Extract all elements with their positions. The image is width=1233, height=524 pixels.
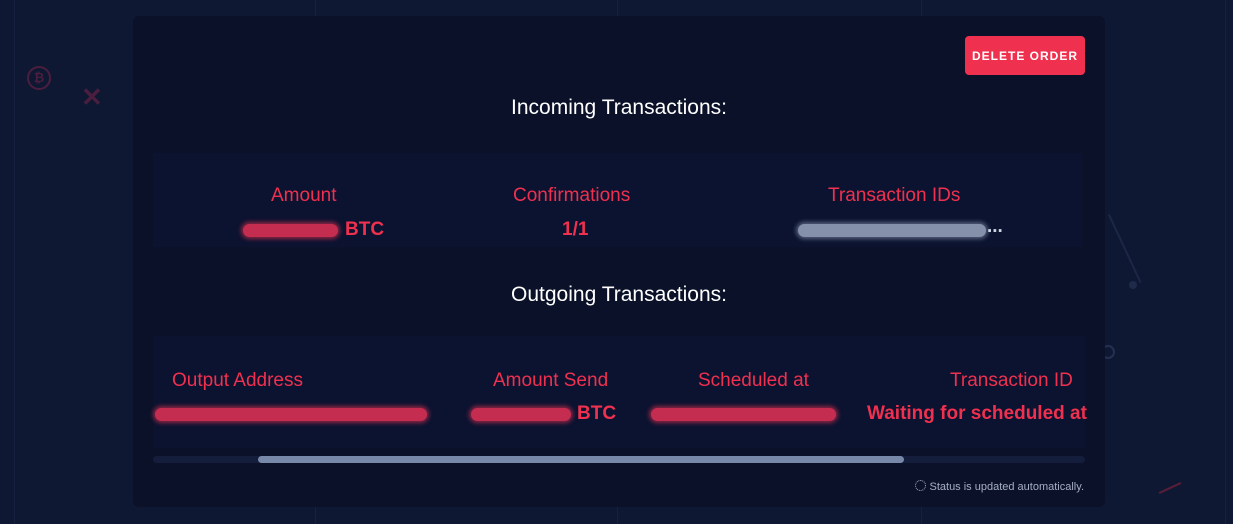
grid-line [14, 0, 15, 524]
spinner-icon [914, 480, 926, 491]
header-amount: Amount [271, 185, 337, 206]
decor-line [1108, 214, 1142, 283]
header-scheduled-at: Scheduled at [698, 370, 809, 391]
header-transaction-ids: Transaction IDs [828, 185, 961, 206]
redacted-scheduled-at [651, 408, 836, 421]
outgoing-transactions-title: Outgoing Transactions: [511, 283, 727, 306]
status-note: Status is updated automatically. [914, 480, 1085, 493]
delete-order-button[interactable]: DELETE ORDER [965, 36, 1085, 75]
outgoing-transactions-table: Output Address Amount Send Scheduled at … [153, 336, 1087, 448]
header-confirmations: Confirmations [513, 185, 631, 206]
redacted-transaction-id [798, 224, 986, 237]
transaction-id-ellipsis: ... [987, 216, 1003, 237]
horizontal-scrollbar[interactable] [153, 456, 1085, 463]
redacted-amount [243, 224, 338, 237]
incoming-confirmations-value: 1/1 [562, 219, 589, 240]
header-amount-send: Amount Send [493, 370, 609, 391]
grid-line [1225, 0, 1226, 524]
header-output-address: Output Address [172, 370, 303, 391]
header-transaction-id: Transaction ID [950, 370, 1073, 391]
bitcoin-icon: ₿ [27, 66, 51, 90]
outgoing-transaction-id-value: Waiting for scheduled at [867, 403, 1087, 424]
outgoing-amount-unit: BTC [577, 403, 617, 424]
redacted-amount-send [471, 408, 571, 421]
incoming-transactions-title: Incoming Transactions: [511, 96, 727, 119]
redacted-output-address [155, 408, 427, 421]
decor-dash [1158, 482, 1182, 494]
scrollbar-thumb[interactable] [258, 456, 904, 463]
incoming-amount-unit: BTC [345, 219, 385, 240]
status-text: Status is updated automatically. [929, 481, 1085, 493]
order-status-modal: DELETE ORDER Incoming Transactions: Amou… [133, 16, 1105, 507]
close-mark-icon: ✕ [81, 82, 103, 112]
decor-dot [1129, 281, 1137, 289]
incoming-transactions-table: Amount Confirmations Transaction IDs BTC… [153, 153, 1082, 247]
